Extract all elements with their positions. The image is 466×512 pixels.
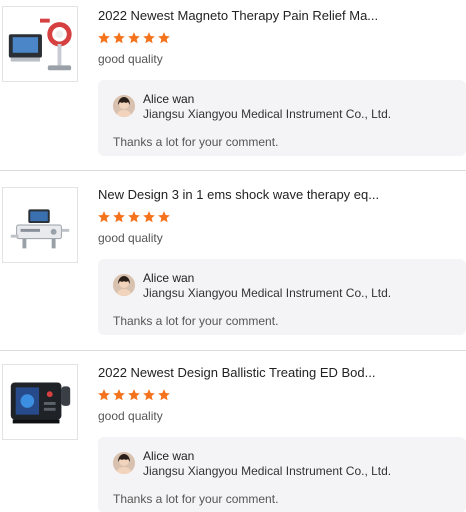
divider (0, 350, 466, 351)
star-icon (113, 32, 125, 44)
reply-author: Alice wan (143, 92, 195, 106)
star-icon (113, 389, 125, 401)
star-icon (98, 32, 110, 44)
reply-text: Thanks a lot for your comment. (113, 492, 279, 506)
reply-text: Thanks a lot for your comment. (113, 135, 279, 149)
star-icon (143, 389, 155, 401)
avatar (113, 274, 135, 296)
star-icon (113, 211, 125, 223)
star-icon (98, 211, 110, 223)
reply-company: Jiangsu Xiangyou Medical Instrument Co.,… (143, 464, 392, 478)
review-item: 2022 Newest Design Ballistic Treating ED… (0, 358, 466, 512)
divider (0, 170, 466, 171)
star-icon (158, 211, 170, 223)
reply-text: Thanks a lot for your comment. (113, 314, 279, 328)
product-image-magneto-therapy[interactable] (2, 6, 78, 82)
rating-stars (97, 210, 171, 224)
product-image-ballistic-treating[interactable] (2, 364, 78, 440)
star-icon (128, 32, 140, 44)
rating-stars (97, 31, 171, 45)
star-icon (143, 211, 155, 223)
product-title[interactable]: 2022 Newest Magneto Therapy Pain Relief … (98, 8, 458, 23)
seller-reply: Alice wan Jiangsu Xiangyou Medical Instr… (98, 437, 466, 512)
star-icon (128, 389, 140, 401)
product-image-shock-wave[interactable] (2, 187, 78, 263)
reply-company: Jiangsu Xiangyou Medical Instrument Co.,… (143, 107, 392, 121)
review-item: New Design 3 in 1 ems shock wave therapy… (0, 180, 466, 350)
product-title[interactable]: New Design 3 in 1 ems shock wave therapy… (98, 187, 458, 202)
reply-author: Alice wan (143, 449, 195, 463)
review-item: 2022 Newest Magneto Therapy Pain Relief … (0, 0, 466, 170)
review-comment: good quality (98, 409, 163, 423)
star-icon (128, 211, 140, 223)
star-icon (143, 32, 155, 44)
product-title[interactable]: 2022 Newest Design Ballistic Treating ED… (98, 365, 458, 380)
review-comment: good quality (98, 231, 163, 245)
reply-company: Jiangsu Xiangyou Medical Instrument Co.,… (143, 286, 392, 300)
star-icon (158, 389, 170, 401)
review-comment: good quality (98, 52, 163, 66)
rating-stars (97, 388, 171, 402)
reply-author: Alice wan (143, 271, 195, 285)
seller-reply: Alice wan Jiangsu Xiangyou Medical Instr… (98, 80, 466, 156)
avatar (113, 452, 135, 474)
avatar (113, 95, 135, 117)
star-icon (98, 389, 110, 401)
star-icon (158, 32, 170, 44)
seller-reply: Alice wan Jiangsu Xiangyou Medical Instr… (98, 259, 466, 335)
